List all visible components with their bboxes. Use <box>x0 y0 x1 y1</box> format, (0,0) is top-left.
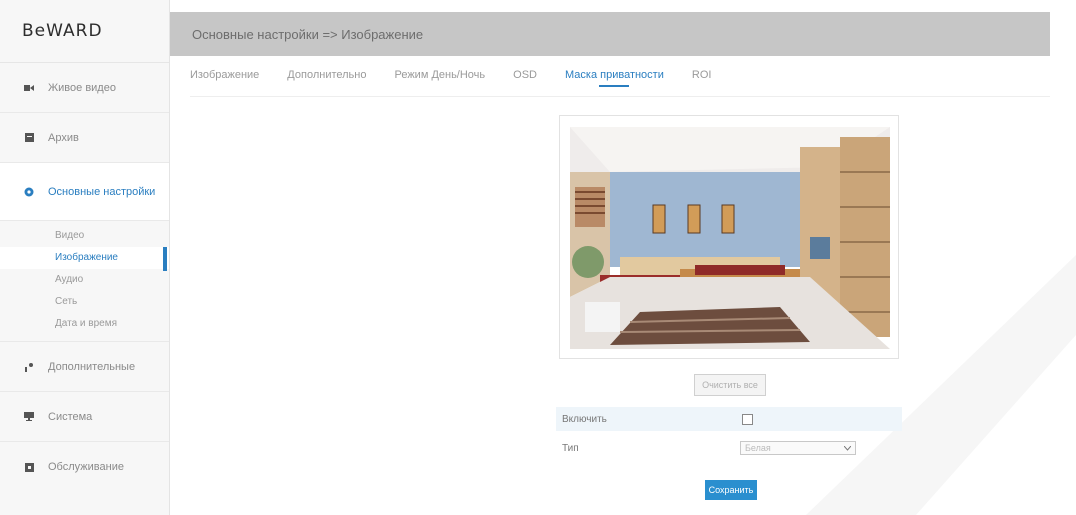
sidebar-item-label: Обслуживание <box>48 461 124 473</box>
tab-osd[interactable]: OSD <box>513 69 537 87</box>
monitor-icon <box>24 412 34 422</box>
sidebar-item-maintenance[interactable]: Обслуживание <box>0 442 169 492</box>
camera-icon <box>24 83 34 93</box>
sidebar-item-label: Основные настройки <box>48 185 156 198</box>
maintenance-icon <box>24 462 34 472</box>
settings-icon <box>24 187 34 197</box>
sidebar-item-label: Система <box>48 410 93 423</box>
tab-roi[interactable]: ROI <box>692 69 712 87</box>
tab-bar: Изображение Дополнительно Режим День/Ноч… <box>190 64 739 92</box>
type-select[interactable]: Белая <box>740 441 856 455</box>
submenu-item-datetime[interactable]: Дата и время <box>0 313 169 335</box>
sidebar-item-system[interactable]: Система <box>0 392 169 442</box>
camera-preview-frame <box>559 115 899 359</box>
tab-privacy-mask[interactable]: Маска приватности <box>565 69 664 87</box>
type-row: Тип Белая <box>556 436 902 460</box>
sidebar-item-live-video[interactable]: Живое видео <box>0 63 169 113</box>
enable-checkbox[interactable] <box>742 413 753 425</box>
type-label: Тип <box>562 442 579 454</box>
sidebar-item-additional[interactable]: Дополнительные <box>0 342 169 392</box>
sidebar-item-label: Архив <box>48 131 79 144</box>
enable-row: Включить <box>556 407 902 431</box>
sidebar-item-label: Дополнительные <box>48 360 136 373</box>
tab-day-night[interactable]: Режим День/Ночь <box>394 69 485 87</box>
enable-label: Включить <box>562 413 607 425</box>
sidebar: BeWARD Живое видео Архив Основные настро… <box>0 0 170 515</box>
submenu-item-audio[interactable]: Аудио <box>0 269 169 291</box>
logo: BeWARD <box>0 0 169 63</box>
chevron-down-icon <box>843 443 852 453</box>
save-button[interactable]: Сохранить <box>705 480 757 500</box>
type-select-value: Белая <box>745 443 771 453</box>
sidebar-item-label: Живое видео <box>48 81 116 94</box>
submenu-item-video[interactable]: Видео <box>0 225 169 247</box>
page-header: Основные настройки => Изображение <box>170 12 1050 56</box>
archive-icon <box>24 133 34 143</box>
clear-all-button[interactable]: Очистить все <box>694 374 766 396</box>
submenu-item-image[interactable]: Изображение <box>0 247 169 271</box>
settings-submenu: Видео Изображение Аудио Сеть Дата и врем… <box>0 221 169 342</box>
tools-icon <box>24 362 34 372</box>
sidebar-item-archive[interactable]: Архив <box>0 113 169 163</box>
submenu-item-network[interactable]: Сеть <box>0 291 169 313</box>
camera-preview[interactable] <box>570 127 890 349</box>
tabs-divider <box>190 96 1050 97</box>
page-title: Основные настройки => Изображение <box>192 26 424 42</box>
tab-additional[interactable]: Дополнительно <box>287 69 366 87</box>
tab-image[interactable]: Изображение <box>190 69 259 87</box>
sidebar-item-basic-settings[interactable]: Основные настройки <box>0 163 169 221</box>
